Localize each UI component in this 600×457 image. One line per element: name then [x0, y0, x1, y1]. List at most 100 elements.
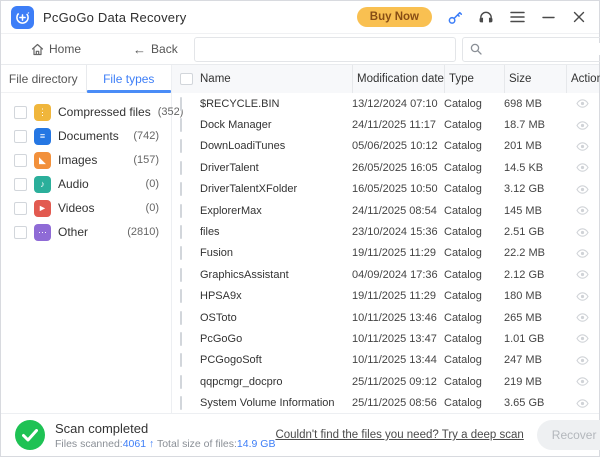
row-checkbox[interactable]	[180, 332, 182, 346]
table-row[interactable]: files 23/10/2024 15:36 Catalog 2.51 GB	[172, 221, 599, 242]
preview-eye-icon[interactable]	[576, 142, 589, 151]
row-modification-date: 10/11/2025 13:44	[352, 354, 444, 366]
row-checkbox[interactable]	[180, 268, 182, 282]
row-checkbox[interactable]	[180, 118, 182, 132]
row-checkbox[interactable]	[180, 161, 182, 175]
row-checkbox[interactable]	[180, 182, 182, 196]
preview-eye-icon[interactable]	[576, 249, 589, 258]
row-checkbox[interactable]	[180, 225, 182, 239]
file-type-item[interactable]: ► Videos (0)	[1, 196, 171, 220]
file-type-label: Images	[58, 153, 97, 167]
tab-file-directory[interactable]: File directory	[1, 65, 86, 92]
path-input[interactable]	[194, 37, 456, 62]
row-size: 1.01 GB	[504, 333, 566, 345]
row-modification-date: 23/10/2024 15:36	[352, 226, 444, 238]
file-type-item[interactable]: ⋯ Other (2810)	[1, 220, 171, 244]
row-type: Catalog	[444, 162, 504, 174]
file-type-item[interactable]: ◣ Images (157)	[1, 148, 171, 172]
file-type-item[interactable]: ≡ Documents (742)	[1, 124, 171, 148]
table-row[interactable]: Dock Manager 24/11/2025 11:17 Catalog 18…	[172, 114, 599, 135]
row-checkbox[interactable]	[180, 289, 182, 303]
row-checkbox[interactable]	[180, 353, 182, 367]
deep-scan-link[interactable]: Couldn't find the files you need? Try a …	[275, 429, 523, 441]
table-row[interactable]: HPSA9x 19/11/2025 11:29 Catalog 180 MB	[172, 286, 599, 307]
row-checkbox[interactable]	[180, 375, 182, 389]
row-modification-date: 16/05/2025 10:50	[352, 183, 444, 195]
row-modification-date: 25/11/2025 09:12	[352, 376, 444, 388]
preview-eye-icon[interactable]	[576, 99, 589, 108]
row-checkbox[interactable]	[180, 97, 182, 111]
home-label: Home	[49, 42, 81, 56]
file-type-item[interactable]: ♪ Audio (0)	[1, 172, 171, 196]
table-row[interactable]: PCGogoSoft 10/11/2025 13:44 Catalog 247 …	[172, 350, 599, 371]
table-row[interactable]: Fusion 19/11/2025 11:29 Catalog 22.2 MB	[172, 243, 599, 264]
search-icon	[470, 43, 482, 55]
video-file-icon: ►	[34, 200, 51, 217]
preview-eye-icon[interactable]	[576, 334, 589, 343]
recover-now-button[interactable]: Recover now	[537, 420, 600, 450]
preview-eye-icon[interactable]	[576, 185, 589, 194]
preview-eye-icon[interactable]	[576, 228, 589, 237]
search-box[interactable]	[462, 37, 600, 62]
home-button[interactable]: Home	[31, 42, 81, 56]
table-row[interactable]: System Volume Information 25/11/2025 08:…	[172, 392, 599, 413]
table-row[interactable]: ExplorerMax 24/11/2025 08:54 Catalog 145…	[172, 200, 599, 221]
search-input[interactable]	[487, 43, 600, 55]
preview-eye-icon[interactable]	[576, 121, 589, 130]
table-row[interactable]: OSToto 10/11/2025 13:46 Catalog 265 MB	[172, 307, 599, 328]
row-size: 18.7 MB	[504, 119, 566, 131]
preview-eye-icon[interactable]	[576, 163, 589, 172]
column-header-action[interactable]: Action	[566, 65, 600, 93]
row-name: Dock Manager	[200, 119, 352, 131]
row-name: files	[200, 226, 352, 238]
minimize-icon[interactable]	[540, 9, 556, 25]
file-type-checkbox[interactable]	[14, 202, 27, 215]
preview-eye-icon[interactable]	[576, 292, 589, 301]
row-type: Catalog	[444, 376, 504, 388]
preview-eye-icon[interactable]	[576, 270, 589, 279]
key-icon[interactable]	[447, 9, 463, 25]
file-type-checkbox[interactable]	[14, 130, 27, 143]
preview-eye-icon[interactable]	[576, 313, 589, 322]
preview-eye-icon[interactable]	[576, 206, 589, 215]
back-button[interactable]: ← Back	[133, 42, 178, 57]
preview-eye-icon[interactable]	[576, 377, 589, 386]
buy-now-button[interactable]: Buy Now	[357, 7, 432, 27]
close-icon[interactable]	[571, 9, 587, 25]
app-title: PcGoGo Data Recovery	[43, 10, 186, 25]
file-type-item[interactable]: ⋮ Compressed files (352)	[1, 100, 171, 124]
preview-eye-icon[interactable]	[576, 356, 589, 365]
file-type-checkbox[interactable]	[14, 226, 27, 239]
file-type-checkbox[interactable]	[14, 106, 27, 119]
row-checkbox[interactable]	[180, 139, 182, 153]
select-all-checkbox[interactable]	[180, 73, 193, 85]
row-checkbox[interactable]	[180, 396, 182, 410]
column-header-date[interactable]: Modification date	[352, 65, 444, 93]
table-row[interactable]: PcGoGo 10/11/2025 13:47 Catalog 1.01 GB	[172, 328, 599, 349]
titlebar: PcGoGo Data Recovery Buy Now	[1, 1, 599, 34]
preview-eye-icon[interactable]	[576, 399, 589, 408]
file-type-checkbox[interactable]	[14, 178, 27, 191]
menu-icon[interactable]	[509, 9, 525, 25]
file-type-checkbox[interactable]	[14, 154, 27, 167]
table-row[interactable]: DriverTalentXFolder 16/05/2025 10:50 Cat…	[172, 179, 599, 200]
row-checkbox[interactable]	[180, 246, 182, 260]
column-header-type[interactable]: Type	[444, 65, 504, 93]
table-row[interactable]: GraphicsAssistant 04/09/2024 17:36 Catal…	[172, 264, 599, 285]
table-row[interactable]: $RECYCLE.BIN 13/12/2024 07:10 Catalog 69…	[172, 93, 599, 114]
row-name: PcGoGo	[200, 333, 352, 345]
row-modification-date: 19/11/2025 11:29	[352, 290, 444, 302]
row-checkbox[interactable]	[180, 204, 182, 218]
column-header-name[interactable]: Name	[200, 65, 352, 93]
row-name: DownLoadiTunes	[200, 140, 352, 152]
tab-file-types[interactable]: File types	[86, 65, 172, 92]
column-header-size[interactable]: Size	[504, 65, 566, 93]
headset-icon[interactable]	[478, 9, 494, 25]
table-row[interactable]: DownLoadiTunes 05/06/2025 10:12 Catalog …	[172, 136, 599, 157]
row-size: 22.2 MB	[504, 247, 566, 259]
table-row[interactable]: qqpcmgr_docpro 25/11/2025 09:12 Catalog …	[172, 371, 599, 392]
back-label: Back	[151, 42, 178, 56]
table-row[interactable]: DriverTalent 26/05/2025 16:05 Catalog 14…	[172, 157, 599, 178]
row-type: Catalog	[444, 140, 504, 152]
row-checkbox[interactable]	[180, 311, 182, 325]
